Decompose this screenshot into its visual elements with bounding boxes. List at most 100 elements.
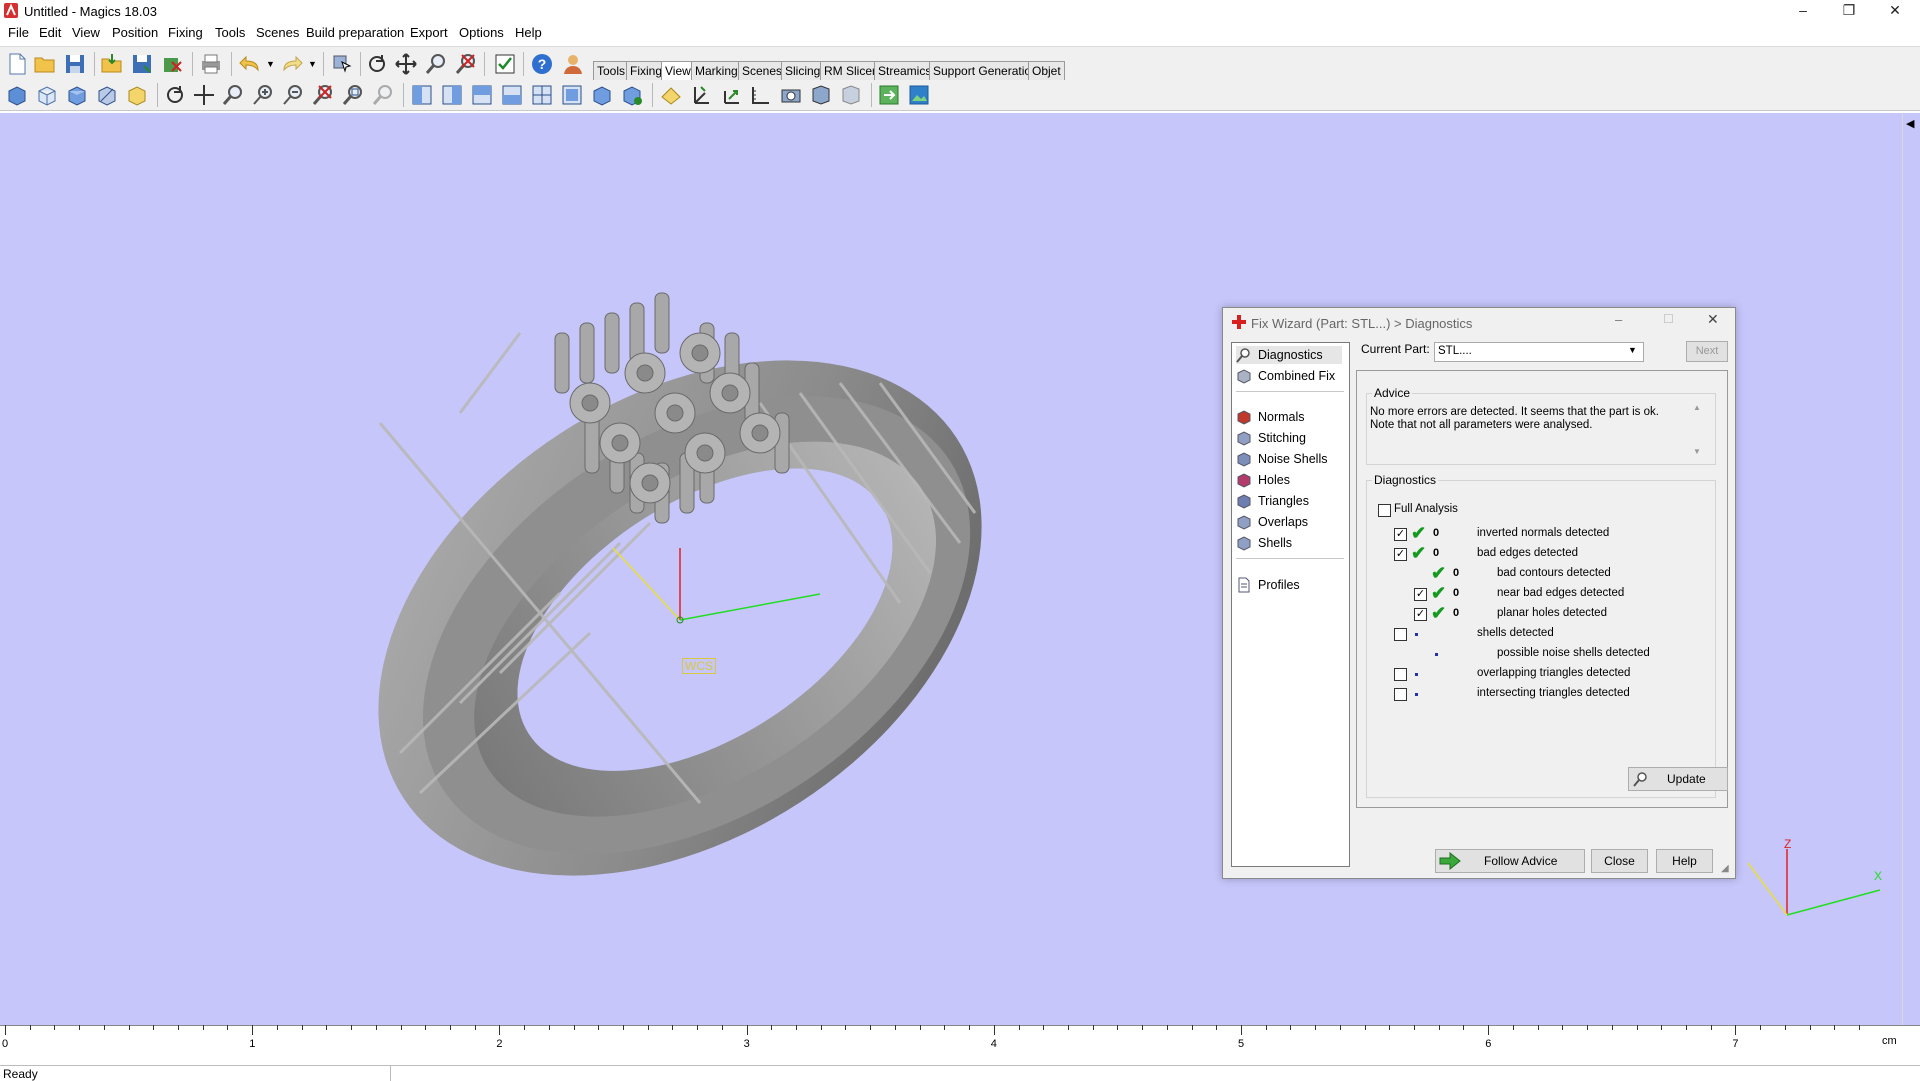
save-icon[interactable] bbox=[63, 52, 87, 76]
wireframe-view-icon[interactable] bbox=[35, 83, 59, 107]
user-icon[interactable] bbox=[561, 52, 585, 76]
current-part-select[interactable]: STL.... ▼ bbox=[1434, 342, 1644, 362]
menu-file[interactable]: File bbox=[8, 25, 29, 40]
redo-icon[interactable] bbox=[280, 52, 304, 76]
row-label: bad contours detected bbox=[1497, 567, 1611, 579]
menu-position[interactable]: Position bbox=[112, 25, 158, 40]
menu-scenes[interactable]: Scenes bbox=[256, 25, 299, 40]
section-icon[interactable] bbox=[659, 83, 683, 107]
zoom-selection-icon[interactable] bbox=[371, 83, 395, 107]
zoom-fit-icon[interactable] bbox=[311, 83, 335, 107]
select-icon[interactable] bbox=[330, 52, 354, 76]
left-view-icon[interactable] bbox=[470, 83, 494, 107]
next-button[interactable]: Next bbox=[1686, 341, 1728, 362]
iso-view-icon[interactable] bbox=[590, 83, 614, 107]
ruler-tick bbox=[400, 1025, 402, 1030]
pin-icon[interactable]: ◀ bbox=[1906, 117, 1914, 130]
zoom-window-icon[interactable] bbox=[454, 52, 478, 76]
menu-help[interactable]: Help bbox=[515, 25, 542, 40]
new-file-icon[interactable] bbox=[5, 52, 29, 76]
import-icon[interactable] bbox=[100, 52, 124, 76]
help-icon[interactable]: ? bbox=[530, 52, 554, 76]
menu-export[interactable]: Export bbox=[410, 25, 448, 40]
nav-diagnostics[interactable]: Diagnostics bbox=[1236, 346, 1342, 364]
full-analysis-checkbox[interactable] bbox=[1378, 504, 1391, 517]
print-icon[interactable] bbox=[199, 52, 223, 76]
back-view-icon[interactable] bbox=[440, 83, 464, 107]
box-view-icon[interactable] bbox=[125, 83, 149, 107]
remove-part-icon[interactable] bbox=[160, 52, 184, 76]
camera3-icon[interactable] bbox=[839, 83, 863, 107]
menu-fixing[interactable]: Fixing bbox=[168, 25, 203, 40]
ruler-tick bbox=[79, 1025, 81, 1030]
move-view-icon[interactable] bbox=[192, 83, 216, 107]
row-checkbox[interactable]: ✓ bbox=[1394, 528, 1407, 541]
menu-options[interactable]: Options bbox=[459, 25, 504, 40]
minimize-button[interactable]: – bbox=[1780, 0, 1826, 22]
side-panel-handle[interactable]: ◀ bbox=[1902, 113, 1920, 1025]
transparent-view-icon[interactable] bbox=[95, 83, 119, 107]
tab-support-generation[interactable]: Support Generation bbox=[929, 61, 1042, 80]
menu-edit[interactable]: Edit bbox=[39, 25, 61, 40]
menu-build-preparation[interactable]: Build preparation bbox=[306, 25, 404, 40]
shaded-view-icon[interactable] bbox=[5, 83, 29, 107]
scroll-up-icon[interactable]: ▲ bbox=[1693, 403, 1701, 412]
row-checkbox[interactable] bbox=[1394, 688, 1407, 701]
close-window-button[interactable]: ✕ bbox=[1872, 0, 1918, 22]
scroll-down-icon[interactable]: ▼ bbox=[1693, 447, 1701, 456]
axes-icon[interactable] bbox=[689, 83, 713, 107]
perspective-view-icon[interactable] bbox=[620, 83, 644, 107]
tab-fixing[interactable]: Fixing bbox=[626, 61, 667, 80]
tab-rm-slicer[interactable]: RM Slicer bbox=[820, 61, 881, 80]
right-view-icon[interactable] bbox=[500, 83, 524, 107]
row-checkbox[interactable]: ✓ bbox=[1414, 608, 1427, 621]
close-button[interactable]: Close bbox=[1591, 849, 1648, 873]
help-button[interactable]: Help bbox=[1656, 849, 1713, 873]
rotate-icon[interactable] bbox=[365, 52, 389, 76]
checklist-icon[interactable] bbox=[493, 52, 517, 76]
menu-view[interactable]: View bbox=[72, 25, 100, 40]
dialog-minimize-button[interactable]: – bbox=[1615, 312, 1622, 327]
open-folder-icon[interactable] bbox=[33, 52, 57, 76]
tab-tools[interactable]: Tools bbox=[593, 61, 630, 80]
undo-dropdown-icon[interactable]: ▼ bbox=[266, 59, 275, 69]
zoom-minus-icon[interactable] bbox=[281, 83, 305, 107]
restore-button[interactable]: ❐ bbox=[1826, 0, 1872, 22]
screenshot-icon[interactable] bbox=[907, 83, 931, 107]
bottom-view-icon[interactable] bbox=[560, 83, 584, 107]
zoom-all-icon[interactable] bbox=[341, 83, 365, 107]
dialog-close-x-button[interactable]: ✕ bbox=[1707, 311, 1719, 328]
menu-tools[interactable]: Tools bbox=[215, 25, 245, 40]
zoom-plus-icon[interactable] bbox=[251, 83, 275, 107]
row-checkbox[interactable] bbox=[1394, 628, 1407, 641]
row-checkbox[interactable] bbox=[1394, 668, 1407, 681]
save-as-icon[interactable] bbox=[130, 52, 154, 76]
tab-marking[interactable]: Marking bbox=[691, 61, 742, 80]
camera2-icon[interactable] bbox=[809, 83, 833, 107]
tab-objet[interactable]: Objet bbox=[1028, 61, 1065, 80]
redo-dropdown-icon[interactable]: ▼ bbox=[308, 59, 317, 69]
ruler-icon[interactable] bbox=[749, 83, 773, 107]
status-text: Ready bbox=[3, 1067, 38, 1081]
row-checkbox[interactable]: ✓ bbox=[1394, 548, 1407, 561]
zoom-icon[interactable] bbox=[424, 52, 448, 76]
rotate-view-icon[interactable] bbox=[163, 83, 187, 107]
tab-streamics[interactable]: Streamics bbox=[874, 61, 936, 80]
pan-icon[interactable] bbox=[394, 52, 418, 76]
dialog-maximize-button[interactable]: ☐ bbox=[1663, 312, 1674, 326]
resize-grip-icon[interactable]: ◢ bbox=[1721, 863, 1729, 874]
follow-advice-button[interactable]: Follow Advice bbox=[1435, 849, 1585, 873]
top-view-icon[interactable] bbox=[530, 83, 554, 107]
undo-icon[interactable] bbox=[238, 52, 262, 76]
front-view-icon[interactable] bbox=[410, 83, 434, 107]
export-view-icon[interactable] bbox=[877, 83, 901, 107]
solid-view-icon[interactable] bbox=[65, 83, 89, 107]
row-checkbox[interactable]: ✓ bbox=[1414, 588, 1427, 601]
update-button[interactable]: Update bbox=[1628, 767, 1728, 791]
zoom-in-icon[interactable] bbox=[221, 83, 245, 107]
tab-slicing[interactable]: Slicing bbox=[781, 61, 825, 80]
tab-view[interactable]: View bbox=[661, 61, 695, 80]
tab-scenes[interactable]: Scenes bbox=[738, 61, 787, 80]
measure-icon[interactable] bbox=[719, 83, 743, 107]
camera-icon[interactable] bbox=[779, 83, 803, 107]
